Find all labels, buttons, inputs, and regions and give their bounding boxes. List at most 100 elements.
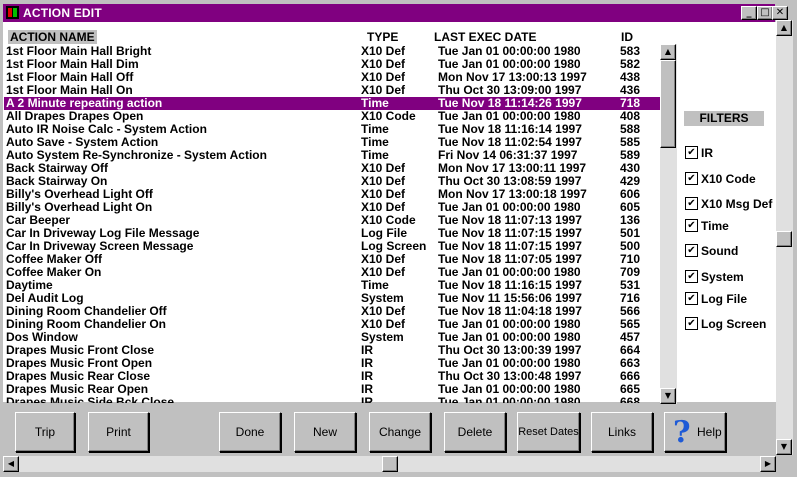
action-name-cell: Drapes Music Rear Open bbox=[6, 382, 149, 396]
last-exec-date-cell: Tue Nov 11 15:56:06 1997 bbox=[438, 291, 582, 305]
action-type-cell: Time bbox=[361, 96, 389, 110]
list-scroll-down-button[interactable]: ▼ bbox=[660, 388, 676, 404]
header-id[interactable]: ID bbox=[621, 30, 633, 44]
action-type-cell: IR bbox=[361, 343, 373, 357]
maximize-button[interactable]: □ bbox=[757, 6, 773, 20]
list-scrollbar[interactable]: ▲ ▼ bbox=[660, 44, 677, 404]
delete-button[interactable]: Delete bbox=[444, 412, 506, 452]
done-button[interactable]: Done bbox=[219, 412, 281, 452]
action-name-cell: Dining Room Chandelier On bbox=[6, 317, 167, 331]
column-headers: ACTION NAME TYPE LAST EXEC DATE ID bbox=[8, 30, 660, 44]
action-type-cell: System bbox=[361, 291, 404, 305]
action-id-cell: 438 bbox=[620, 70, 641, 84]
filter-x10-code[interactable]: ✔ X10 Code bbox=[685, 172, 777, 186]
checkbox-icon[interactable]: ✔ bbox=[685, 292, 698, 305]
action-name-cell: Auto IR Noise Calc - System Action bbox=[6, 122, 207, 136]
action-type-cell: X10 Def bbox=[361, 304, 406, 318]
action-list[interactable]: 1st Floor Main Hall Bright X10 Def Tue Jan… bbox=[4, 45, 660, 403]
title-bar[interactable]: ACTION EDIT _ □ bbox=[3, 4, 775, 22]
last-exec-date-cell: Thu Oct 30 13:00:39 1997 bbox=[438, 343, 582, 357]
links-button[interactable]: Links bbox=[591, 412, 653, 452]
last-exec-date-cell: Tue Jan 01 00:00:00 1980 bbox=[438, 356, 581, 370]
filter-x10-msg-def[interactable]: ✔ X10 Msg Def bbox=[685, 197, 777, 211]
filter-label: Sound bbox=[701, 244, 739, 258]
action-name-cell: Auto Save - System Action bbox=[6, 135, 159, 149]
checkbox-icon[interactable]: ✔ bbox=[685, 244, 698, 257]
checkbox-icon[interactable]: ✔ bbox=[685, 219, 698, 232]
minimize-button[interactable]: _ bbox=[741, 6, 757, 20]
header-last-exec-date[interactable]: LAST EXEC DATE bbox=[434, 30, 536, 44]
action-name-cell: Coffee Maker On bbox=[6, 265, 102, 279]
checkbox-icon[interactable]: ✔ bbox=[685, 197, 698, 210]
action-type-cell: IR bbox=[361, 369, 373, 383]
action-type-cell: X10 Def bbox=[361, 83, 406, 97]
action-name-cell: Drapes Music Side Bck Close bbox=[6, 395, 175, 403]
checkbox-icon[interactable]: ✔ bbox=[685, 270, 698, 283]
print-button[interactable]: Print bbox=[88, 412, 149, 452]
action-type-cell: System bbox=[361, 330, 404, 344]
filter-time[interactable]: ✔ Time bbox=[685, 219, 777, 233]
action-type-cell: X10 Code bbox=[361, 213, 416, 227]
checkbox-icon[interactable]: ✔ bbox=[685, 172, 698, 185]
action-type-cell: X10 Def bbox=[361, 317, 406, 331]
window-title: ACTION EDIT bbox=[23, 6, 102, 20]
trip-button[interactable]: Trip bbox=[15, 412, 75, 452]
help-button[interactable]: ? Help bbox=[664, 412, 726, 452]
last-exec-date-cell: Tue Nov 18 11:07:15 1997 bbox=[438, 226, 582, 240]
last-exec-date-cell: Tue Jan 01 00:00:00 1980 bbox=[438, 395, 581, 403]
action-name-cell: 1st Floor Main Hall Dim bbox=[6, 57, 139, 71]
action-id-cell: 666 bbox=[620, 369, 641, 383]
window-horizontal-scrollbar[interactable]: ◀ ▶ bbox=[3, 456, 776, 472]
window-scroll-down-button[interactable]: ▼ bbox=[776, 439, 792, 455]
action-id-cell: 710 bbox=[620, 252, 641, 266]
filter-log-file[interactable]: ✔ Log File bbox=[685, 292, 777, 306]
filter-system[interactable]: ✔ System bbox=[685, 270, 777, 284]
action-name-cell: Auto System Re-Synchronize - System Acti… bbox=[6, 148, 267, 162]
reset-dates-button[interactable]: Reset Dates bbox=[517, 412, 580, 452]
window-scroll-up-button[interactable]: ▲ bbox=[776, 20, 792, 36]
window-vertical-scrollbar[interactable]: ▲ ▼ bbox=[776, 20, 793, 455]
change-button[interactable]: Change bbox=[369, 412, 431, 452]
header-type[interactable]: TYPE bbox=[367, 30, 398, 44]
checkbox-icon[interactable]: ✔ bbox=[685, 317, 698, 330]
action-id-cell: 430 bbox=[620, 161, 641, 175]
action-type-cell: Time bbox=[361, 278, 389, 292]
last-exec-date-cell: Mon Nov 17 13:00:13 1997 bbox=[438, 70, 587, 84]
filter-log-screen[interactable]: ✔ Log Screen bbox=[685, 317, 777, 331]
close-button[interactable]: ✕ bbox=[772, 6, 788, 20]
filter-label: Log Screen bbox=[701, 317, 767, 331]
minimize-icon: _ bbox=[746, 7, 752, 18]
scroll-right-button[interactable]: ▶ bbox=[760, 456, 776, 472]
app-icon[interactable] bbox=[6, 6, 19, 19]
last-exec-date-cell: Tue Jan 01 00:00:00 1980 bbox=[438, 200, 581, 214]
filter-ir[interactable]: ✔ IR bbox=[685, 146, 777, 160]
checkbox-icon[interactable]: ✔ bbox=[685, 146, 698, 159]
arrow-right-icon: ▶ bbox=[764, 459, 772, 468]
action-name-cell: Coffee Maker Off bbox=[6, 252, 103, 266]
header-action-name[interactable]: ACTION NAME bbox=[8, 30, 97, 44]
window-horizontal-thumb[interactable] bbox=[382, 456, 398, 472]
scroll-left-button[interactable]: ◀ bbox=[3, 456, 19, 472]
window-vertical-thumb[interactable] bbox=[776, 231, 792, 247]
action-type-cell: X10 Def bbox=[361, 174, 406, 188]
action-id-cell: 565 bbox=[620, 317, 641, 331]
close-icon: ✕ bbox=[775, 7, 785, 18]
list-item[interactable]: Drapes Music Side Bck Close IR Tue Jan 01 … bbox=[4, 395, 660, 403]
arrow-down-icon: ▼ bbox=[664, 391, 672, 400]
maximize-icon: □ bbox=[760, 7, 770, 18]
action-id-cell: 585 bbox=[620, 135, 641, 149]
last-exec-date-cell: Tue Jan 01 00:00:00 1980 bbox=[438, 265, 581, 279]
new-button[interactable]: New bbox=[294, 412, 356, 452]
list-scroll-thumb[interactable] bbox=[660, 60, 676, 148]
filter-sound[interactable]: ✔ Sound bbox=[685, 244, 777, 258]
action-type-cell: IR bbox=[361, 382, 373, 396]
action-type-cell: X10 Def bbox=[361, 161, 406, 175]
last-exec-date-cell: Thu Oct 30 13:00:48 1997 bbox=[438, 369, 582, 383]
action-type-cell: X10 Def bbox=[361, 200, 406, 214]
action-id-cell: 501 bbox=[620, 226, 641, 240]
list-scroll-up-button[interactable]: ▲ bbox=[660, 44, 676, 60]
action-name-cell: Drapes Music Front Open bbox=[6, 356, 153, 370]
help-button-label: Help bbox=[697, 425, 722, 439]
action-id-cell: 605 bbox=[620, 200, 641, 214]
action-id-cell: 457 bbox=[620, 330, 641, 344]
